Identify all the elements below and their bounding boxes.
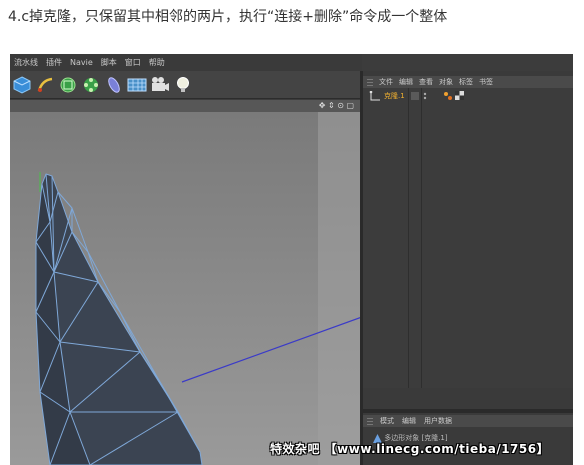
3d-viewport[interactable]: ✥ ⇕ ⊙ ▢ bbox=[10, 100, 362, 465]
object-name[interactable]: 克隆.1 bbox=[384, 91, 405, 101]
floor-icon[interactable] bbox=[127, 75, 147, 95]
tutorial-caption: 4.c掉克隆，只保留其中相邻的两片，执行“连接+删除”命令成一个整体 bbox=[8, 9, 448, 25]
menu-bar: 流水线 插件 Navie 脚本 窗口 帮助 bbox=[10, 54, 362, 71]
menu-item-plugins[interactable]: 插件 bbox=[42, 57, 66, 68]
tag-checker-icon[interactable] bbox=[454, 91, 464, 100]
attribute-separator[interactable] bbox=[363, 409, 573, 413]
right-panel: 文件 编辑 查看 对象 标签 书签 克隆.1 模式 编辑 用户数据 多边形对象 … bbox=[363, 71, 573, 465]
om-menu-objects[interactable]: 对象 bbox=[436, 77, 456, 87]
attribute-manager-menu: 模式 编辑 用户数据 bbox=[363, 415, 573, 427]
deformer-icon[interactable] bbox=[104, 75, 124, 95]
cinema4d-window: 流水线 插件 Navie 脚本 窗口 帮助 ✥ ⇕ ⊙ ▢ 文件 编辑 查看 对… bbox=[10, 54, 573, 465]
layer-icon[interactable] bbox=[410, 91, 419, 100]
om-menu-edit[interactable]: 编辑 bbox=[396, 77, 416, 87]
panel-grip-icon[interactable] bbox=[367, 78, 373, 86]
toolbar bbox=[10, 71, 362, 99]
panel-grip-icon[interactable] bbox=[367, 417, 373, 425]
menu-item-window[interactable]: 窗口 bbox=[121, 57, 145, 68]
viewport-nav-glyphs[interactable]: ✥ ⇕ ⊙ ▢ bbox=[319, 100, 354, 112]
subdivision-icon[interactable] bbox=[58, 75, 78, 95]
attr-menu-edit[interactable]: 编辑 bbox=[398, 416, 420, 426]
viewport-nav-icons[interactable]: ✥ ⇕ ⊙ ▢ bbox=[319, 100, 354, 112]
om-menu-file[interactable]: 文件 bbox=[376, 77, 396, 87]
attr-menu-mode[interactable]: 模式 bbox=[376, 416, 398, 426]
tag-phong-icon[interactable] bbox=[443, 91, 453, 101]
object-list[interactable]: 克隆.1 bbox=[363, 88, 573, 388]
viewport-canvas[interactable] bbox=[10, 112, 362, 465]
om-menu-bookmarks[interactable]: 书签 bbox=[476, 77, 496, 87]
column-separator bbox=[408, 88, 409, 388]
menu-item-navie[interactable]: Navie bbox=[66, 58, 97, 67]
menu-item-pipeline[interactable]: 流水线 bbox=[10, 57, 42, 68]
cube-icon[interactable] bbox=[12, 75, 32, 95]
watermark: 特效杂吧 【www.linecg.com/tieba/1756】 bbox=[270, 442, 550, 456]
attr-menu-userdata[interactable]: 用户数据 bbox=[420, 416, 456, 426]
om-menu-tags[interactable]: 标签 bbox=[456, 77, 476, 87]
column-separator bbox=[421, 88, 422, 388]
array-icon[interactable] bbox=[81, 75, 101, 95]
object-manager-menu: 文件 编辑 查看 对象 标签 书签 bbox=[363, 76, 573, 88]
menu-item-help[interactable]: 帮助 bbox=[145, 57, 169, 68]
menu-item-script[interactable]: 脚本 bbox=[97, 57, 121, 68]
null-object-icon bbox=[369, 90, 380, 100]
visibility-dots-icon[interactable] bbox=[421, 92, 429, 100]
object-row[interactable]: 克隆.1 bbox=[363, 90, 573, 101]
viewport-safe-frame bbox=[318, 112, 362, 465]
light-icon[interactable] bbox=[173, 75, 193, 95]
viewport-header: ✥ ⇕ ⊙ ▢ bbox=[10, 100, 362, 112]
om-menu-view[interactable]: 查看 bbox=[416, 77, 436, 87]
camera-icon[interactable] bbox=[150, 75, 170, 95]
pen-icon[interactable] bbox=[35, 75, 55, 95]
